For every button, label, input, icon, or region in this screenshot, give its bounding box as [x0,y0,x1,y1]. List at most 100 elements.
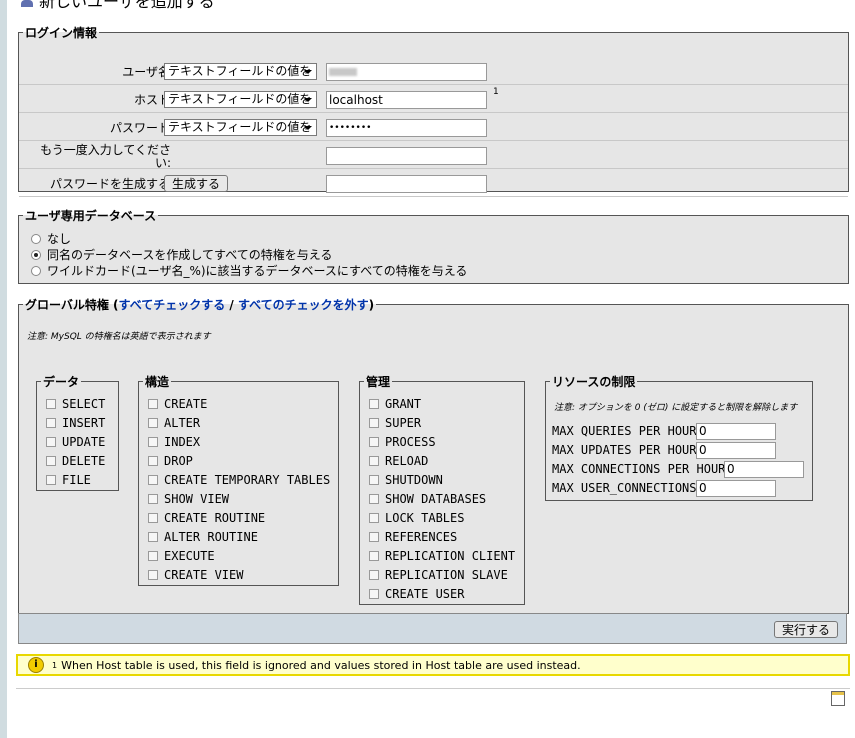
password-row: パスワード: テキストフィールドの値を •••••••• [19,113,848,141]
generate-password-button[interactable]: 生成する [164,175,229,192]
footnote-marker: 1 [52,660,58,670]
footnote-text: When Host table is used, this field is i… [61,658,581,672]
privilege-checkbox-row[interactable]: CREATE ROUTINE [148,511,265,525]
checkbox[interactable] [369,399,379,409]
data-privileges-group: データ SELECT INSERT UPDATE DELETE FILE [36,373,119,491]
checkbox[interactable] [46,399,56,409]
generated-password-input[interactable] [326,175,487,193]
privilege-checkbox-row[interactable]: UPDATE [46,435,105,449]
left-frame-border [0,0,7,738]
chevron-down-icon [304,70,312,74]
privilege-checkbox-row[interactable]: REPLICATION SLAVE [369,568,508,582]
generate-row: パスワードを生成する: 生成する [19,169,848,197]
divider [16,688,850,689]
checkbox[interactable] [46,418,56,428]
privilege-checkbox-row[interactable]: ALTER [148,416,200,430]
privilege-checkbox-row[interactable]: SHOW DATABASES [369,492,486,506]
privilege-checkbox-row[interactable]: REPLICATION CLIENT [369,549,515,563]
privilege-checkbox-row[interactable]: SHUTDOWN [369,473,443,487]
privilege-checkbox-row[interactable]: CREATE [148,397,207,411]
privilege-label: RELOAD [385,454,429,468]
privilege-checkbox-row[interactable]: SUPER [369,416,421,430]
checkbox[interactable] [148,494,158,504]
checkbox[interactable] [46,437,56,447]
checkbox[interactable] [369,551,379,561]
privilege-checkbox-row[interactable]: CREATE TEMPORARY TABLES [148,473,330,487]
radio-button[interactable] [31,233,41,244]
check-all-link[interactable]: すべてチェックする [119,298,226,312]
retype-password-input[interactable] [326,147,487,165]
checkbox[interactable] [369,437,379,447]
checkbox[interactable] [369,418,379,428]
login-info-fieldset: ログイン情報 ユーザ名: テキストフィールドの値を ホスト: テキストフィールド… [18,24,849,197]
privilege-checkbox-row[interactable]: REFERENCES [369,530,457,544]
privilege-checkbox-row[interactable]: DELETE [46,454,105,468]
checkbox[interactable] [369,494,379,504]
privilege-label: SHUTDOWN [385,473,443,487]
user-add-icon [20,0,34,7]
limit-input[interactable]: 0 [696,423,776,440]
limit-input[interactable]: 0 [724,461,804,478]
checkbox[interactable] [148,399,158,409]
username-type-select[interactable]: テキストフィールドの値を [164,63,317,80]
password-type-select[interactable]: テキストフィールドの値を [164,119,317,136]
privilege-checkbox-row[interactable]: RELOAD [369,454,428,468]
checkbox[interactable] [148,437,158,447]
checkbox[interactable] [369,456,379,466]
privilege-checkbox-row[interactable]: INDEX [148,435,200,449]
checkbox[interactable] [369,475,379,485]
privilege-label: LOCK TABLES [385,511,465,525]
privilege-checkbox-row[interactable]: PROCESS [369,435,436,449]
checkbox[interactable] [46,475,56,485]
db-option-wildcard[interactable]: ワイルドカード(ユーザ名_%)に該当するデータベースにすべての特権を与える [31,262,467,279]
checkbox[interactable] [148,475,158,485]
password-input[interactable]: •••••••• [326,119,487,137]
resource-limits-group: リソースの制限 注意: オプションを 0 (ゼロ) に設定すると制限を解除します… [545,373,813,501]
checkbox[interactable] [148,418,158,428]
limit-input[interactable]: 0 [696,480,776,497]
checkbox[interactable] [148,532,158,542]
privilege-label: REFERENCES [385,530,458,544]
privilege-label: PROCESS [385,435,436,449]
privilege-checkbox-row[interactable]: LOCK TABLES [369,511,464,525]
privilege-checkbox-row[interactable]: FILE [46,473,91,487]
checkbox[interactable] [369,532,379,542]
submit-bar: 実行する [18,613,847,644]
checkbox[interactable] [148,551,158,561]
submit-button[interactable]: 実行する [773,621,838,638]
checkbox[interactable] [369,589,379,599]
privilege-checkbox-row[interactable]: INSERT [46,416,105,430]
username-input[interactable] [326,63,487,81]
privilege-label: SELECT [62,397,106,411]
privilege-checkbox-row[interactable]: CREATE VIEW [148,568,243,582]
privilege-checkbox-row[interactable]: CREATE USER [369,587,464,601]
privilege-checkbox-row[interactable]: DROP [148,454,193,468]
limits-note: 注意: オプションを 0 (ゼロ) に設定すると制限を解除します [554,403,798,413]
checkbox[interactable] [369,513,379,523]
db-option-none[interactable]: なし [31,230,71,247]
global-privileges-fieldset: グローバル特権 (すべてチェックする / すべてのチェックを外す) 注意: My… [18,296,849,614]
limit-label: MAX QUERIES PER HOUR [552,424,697,438]
radio-button-selected[interactable] [31,249,41,260]
limit-input[interactable]: 0 [696,442,776,459]
privilege-checkbox-row[interactable]: SHOW VIEW [148,492,229,506]
privilege-checkbox-row[interactable]: EXECUTE [148,549,215,563]
uncheck-all-link[interactable]: すべてのチェックを外す [238,298,369,312]
host-type-select[interactable]: テキストフィールドの値を [164,91,317,108]
checkbox[interactable] [148,456,158,466]
privilege-checkbox-row[interactable]: ALTER ROUTINE [148,530,258,544]
checkbox[interactable] [148,513,158,523]
radio-button[interactable] [31,265,41,276]
resource-limits-legend: リソースの制限 [552,375,636,389]
db-option-create-same-name[interactable]: 同名のデータベースを作成してすべての特権を与える [31,246,332,263]
checkbox[interactable] [148,570,158,580]
chevron-down-icon [304,98,312,102]
retype-label: もう一度入力してください: [40,143,171,170]
checkbox[interactable] [46,456,56,466]
privilege-checkbox-row[interactable]: GRANT [369,397,421,411]
print-view-icon[interactable] [831,691,845,706]
checkbox[interactable] [369,570,379,580]
host-input[interactable]: localhost [326,91,487,109]
privilege-label: CREATE VIEW [164,568,244,582]
privilege-checkbox-row[interactable]: SELECT [46,397,105,411]
